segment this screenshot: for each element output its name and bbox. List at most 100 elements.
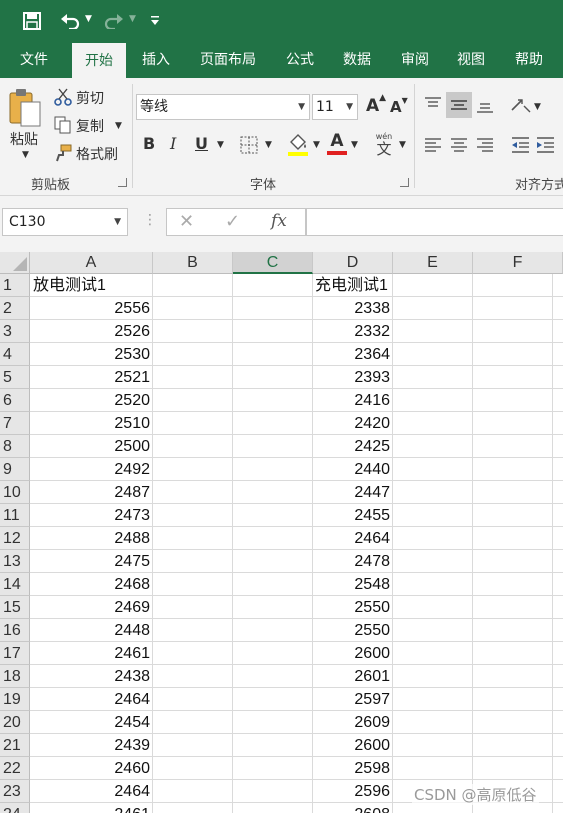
cell-a[interactable]: 2487 <box>30 481 152 504</box>
customize-toolbar-icon[interactable] <box>148 9 162 33</box>
cell-a[interactable]: 2526 <box>30 320 152 343</box>
cell-a[interactable]: 放电测试1 <box>30 274 152 297</box>
column-header-b[interactable]: B <box>153 252 233 274</box>
phonetic-dropdown-icon[interactable]: ▼ <box>399 140 406 150</box>
row-header[interactable]: 15 <box>0 596 30 619</box>
row-header[interactable]: 22 <box>0 757 30 780</box>
row-header[interactable]: 1 <box>0 274 30 297</box>
undo-icon[interactable] <box>58 9 82 33</box>
cell-a[interactable]: 2464 <box>30 688 152 711</box>
clipboard-dialog-launcher[interactable] <box>118 178 127 187</box>
cut-icon[interactable] <box>54 88 72 110</box>
row-header[interactable]: 10 <box>0 481 30 504</box>
column-header-a[interactable]: A <box>30 252 153 274</box>
italic-button[interactable]: I <box>170 134 176 153</box>
row-header[interactable]: 12 <box>0 527 30 550</box>
cell-d[interactable]: 2464 <box>312 527 392 550</box>
borders-dropdown-icon[interactable]: ▼ <box>265 140 272 150</box>
select-all-button[interactable] <box>0 252 30 274</box>
cell-a[interactable]: 2475 <box>30 550 152 573</box>
fill-color-icon[interactable] <box>287 132 309 160</box>
row-header[interactable]: 6 <box>0 389 30 412</box>
cancel-entry-icon[interactable]: ✕ <box>179 211 194 232</box>
paste-dropdown-icon[interactable]: ▼ <box>22 150 29 160</box>
row-header[interactable]: 23 <box>0 780 30 803</box>
tab-view[interactable]: 视图 <box>446 42 496 78</box>
cell-d[interactable]: 2416 <box>312 389 392 412</box>
cell-a[interactable]: 2448 <box>30 619 152 642</box>
tab-page-layout[interactable]: 页面布局 <box>190 42 266 78</box>
cell-a[interactable]: 2492 <box>30 458 152 481</box>
orientation-dropdown-icon[interactable]: ▼ <box>534 102 541 112</box>
cell-a[interactable]: 2521 <box>30 366 152 389</box>
fill-color-dropdown-icon[interactable]: ▼ <box>313 140 320 150</box>
tab-data[interactable]: 数据 <box>332 42 382 78</box>
undo-dropdown-icon[interactable]: ▼ <box>85 14 92 24</box>
row-header[interactable]: 2 <box>0 297 30 320</box>
row-header[interactable]: 14 <box>0 573 30 596</box>
cell-d[interactable]: 2447 <box>312 481 392 504</box>
font-color-dropdown-icon[interactable]: ▼ <box>351 140 358 150</box>
name-box[interactable]: C130 ▼ <box>2 208 128 236</box>
phonetic-guide-button[interactable]: wén 文 <box>374 132 394 157</box>
cell-d[interactable]: 2478 <box>312 550 392 573</box>
shrink-font-button[interactable]: A ▼ <box>390 96 408 117</box>
format-painter-button[interactable]: 格式刷 <box>76 144 118 164</box>
underline-dropdown-icon[interactable]: ▼ <box>217 140 224 150</box>
tab-file[interactable]: 文件 <box>8 42 60 78</box>
cell-a[interactable]: 2473 <box>30 504 152 527</box>
format-painter-icon[interactable] <box>54 144 72 166</box>
cell-d[interactable]: 2600 <box>312 642 392 665</box>
cell-d[interactable]: 2550 <box>312 596 392 619</box>
cell-d[interactable]: 2338 <box>312 297 392 320</box>
column-header-c[interactable]: C <box>233 252 313 274</box>
cell-a[interactable]: 2510 <box>30 412 152 435</box>
row-header[interactable]: 21 <box>0 734 30 757</box>
save-icon[interactable] <box>20 9 44 33</box>
row-header[interactable]: 16 <box>0 619 30 642</box>
cell-d[interactable]: 2597 <box>312 688 392 711</box>
cell-a[interactable]: 2488 <box>30 527 152 550</box>
cell-d[interactable]: 2608 <box>312 803 392 813</box>
cell-a[interactable]: 2438 <box>30 665 152 688</box>
row-header[interactable]: 18 <box>0 665 30 688</box>
column-header-e[interactable]: E <box>393 252 473 274</box>
copy-dropdown-icon[interactable]: ▼ <box>115 121 122 131</box>
row-header[interactable]: 13 <box>0 550 30 573</box>
row-header[interactable]: 24 <box>0 803 30 813</box>
copy-icon[interactable] <box>54 116 72 138</box>
row-header[interactable]: 4 <box>0 343 30 366</box>
cell-d[interactable]: 2598 <box>312 757 392 780</box>
row-header[interactable]: 11 <box>0 504 30 527</box>
cell-d[interactable]: 2601 <box>312 665 392 688</box>
increase-indent-icon[interactable] <box>536 136 556 158</box>
column-header-d[interactable]: D <box>313 252 393 274</box>
cell-d[interactable]: 2455 <box>312 504 392 527</box>
align-right-icon[interactable] <box>476 136 494 158</box>
cell-d[interactable]: 2596 <box>312 780 392 803</box>
row-header[interactable]: 8 <box>0 435 30 458</box>
cell-a[interactable]: 2530 <box>30 343 152 366</box>
row-header[interactable]: 5 <box>0 366 30 389</box>
row-header[interactable]: 17 <box>0 642 30 665</box>
decrease-indent-icon[interactable] <box>510 136 530 158</box>
bold-button[interactable]: B <box>143 134 155 153</box>
cell-d[interactable]: 2600 <box>312 734 392 757</box>
cell-d[interactable]: 2550 <box>312 619 392 642</box>
align-top-icon[interactable] <box>424 96 442 118</box>
row-header[interactable]: 3 <box>0 320 30 343</box>
row-header[interactable]: 19 <box>0 688 30 711</box>
cell-a[interactable]: 2464 <box>30 780 152 803</box>
cell-d[interactable]: 2548 <box>312 573 392 596</box>
cell-d[interactable]: 充电测试1 <box>312 274 392 297</box>
cell-d[interactable]: 2609 <box>312 711 392 734</box>
cell-d[interactable]: 2420 <box>312 412 392 435</box>
tab-home[interactable]: 开始 <box>72 43 126 78</box>
worksheet-grid[interactable]: A B C D E F 1 放电测试1 充电测试1 2 2556 2338 3 2526 233… <box>0 252 563 813</box>
enter-entry-icon[interactable]: ✓ <box>225 211 240 232</box>
row-header[interactable]: 9 <box>0 458 30 481</box>
align-center-icon[interactable] <box>450 136 468 158</box>
font-name-combo[interactable]: 等线 ▼ <box>136 94 310 120</box>
cell-a[interactable]: 2461 <box>30 803 152 813</box>
cell-d[interactable]: 2332 <box>312 320 392 343</box>
